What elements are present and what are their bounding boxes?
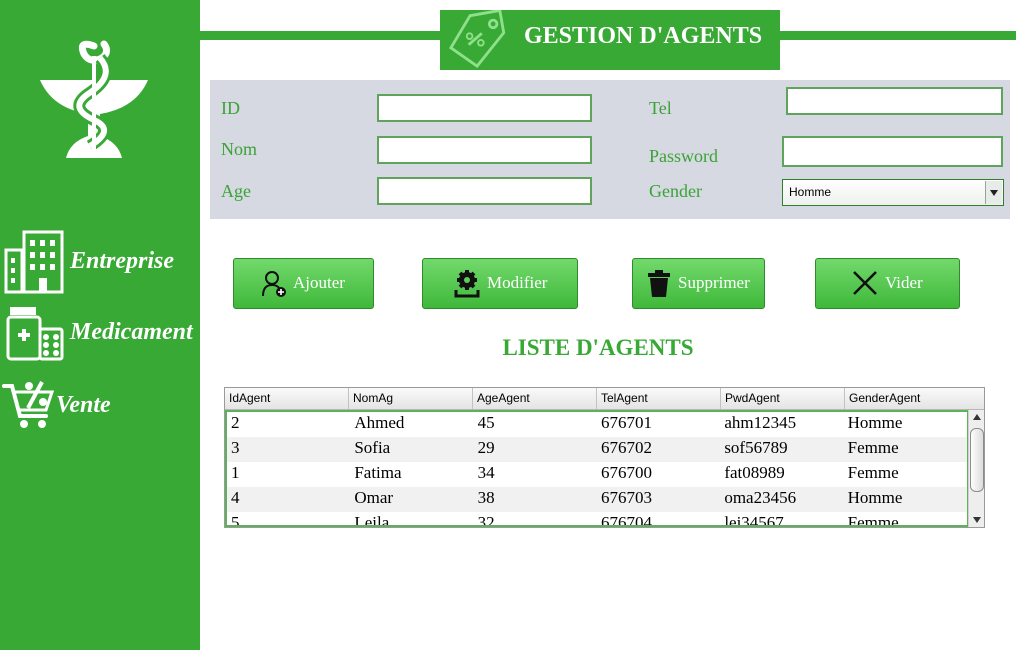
table-body: 2 Ahmed 45 676701 ahm12345 Homme 3 Sofia… — [225, 410, 969, 527]
id-label: ID — [221, 98, 240, 118]
medicine-icon — [6, 307, 64, 361]
id-field[interactable] — [377, 94, 592, 122]
sidebar-item-vente[interactable]: Vente — [0, 380, 200, 450]
table-cell: oma23456 — [724, 488, 797, 507]
modifier-button[interactable]: Modifier — [422, 258, 578, 309]
password-label: Password — [649, 146, 719, 166]
sidebar-item-label: Medicament — [70, 319, 193, 345]
tel-field[interactable] — [786, 87, 1003, 115]
table-cell: 676703 — [600, 488, 652, 507]
price-tag-icon — [448, 10, 506, 68]
table-cell: Femme — [847, 513, 899, 527]
table-row[interactable]: 2 Ahmed 45 676701 ahm12345 Homme — [227, 412, 967, 437]
scroll-up-arrow-icon[interactable] — [969, 410, 984, 424]
column-header[interactable]: GenderAgent — [845, 388, 969, 409]
gender-label: Gender — [649, 181, 702, 201]
table-cell: 38 — [477, 488, 495, 507]
sidebar-item-label: Entreprise — [70, 248, 175, 274]
table-row[interactable]: 5 Leila 32 676704 lei34567 Femme — [227, 512, 967, 527]
table-cell: 5 — [231, 513, 240, 527]
header-banner: GESTION D'AGENTS — [440, 10, 780, 70]
table-cell: 32 — [477, 513, 495, 527]
column-header[interactable]: PwdAgent — [721, 388, 845, 409]
ajouter-button[interactable]: Ajouter — [233, 258, 374, 309]
sidebar-item-entreprise[interactable]: Entreprise — [0, 228, 200, 298]
table-cell: Omar — [354, 488, 394, 507]
supprimer-button[interactable]: Supprimer — [632, 258, 765, 309]
tel-label: Tel — [649, 98, 672, 118]
table-cell: 676700 — [600, 463, 652, 482]
table-cell: Sofia — [354, 438, 391, 457]
nom-field[interactable] — [377, 136, 592, 164]
table-cell: 4 — [231, 488, 240, 507]
age-label: Age — [221, 181, 251, 201]
gender-select-value: Homme — [789, 185, 832, 199]
table-cell: sof56789 — [724, 438, 788, 457]
table-cell: 3 — [231, 438, 240, 457]
gender-select[interactable]: Homme — [782, 179, 1004, 206]
table-scrollbar[interactable] — [968, 410, 984, 527]
table-cell: 676701 — [600, 413, 652, 432]
table-row[interactable]: 1 Fatima 34 676700 fat08989 Femme — [227, 462, 967, 487]
modifier-label: Modifier — [487, 273, 548, 292]
table-cell: fat08989 — [724, 463, 785, 482]
table-cell: Femme — [847, 463, 899, 482]
table-cell: 29 — [477, 438, 495, 457]
table-cell: Leila — [354, 513, 390, 527]
building-icon — [4, 230, 64, 294]
column-header[interactable]: TelAgent — [597, 388, 721, 409]
column-header[interactable]: AgeAgent — [473, 388, 597, 409]
vider-button[interactable]: Vider — [815, 258, 960, 309]
password-field[interactable] — [782, 136, 1003, 167]
table-cell: Femme — [847, 438, 899, 457]
table-cell: 1 — [231, 463, 240, 482]
scrollbar-thumb[interactable] — [970, 428, 984, 492]
sidebar: Entreprise Medicament Vente — [0, 0, 200, 650]
vider-label: Vider — [885, 273, 923, 292]
table-cell: Ahmed — [354, 413, 405, 432]
table-cell: Fatima — [354, 463, 402, 482]
trash-icon — [648, 270, 670, 297]
list-title: LISTE D'AGENTS — [502, 335, 694, 360]
table-cell: Homme — [847, 488, 903, 507]
page-title: GESTION D'AGENTS — [524, 23, 763, 49]
agent-form-panel: ID Nom Age Tel Password Gender Homme — [210, 80, 1010, 219]
chevron-down-icon[interactable] — [985, 181, 1002, 204]
agents-table[interactable]: IdAgent NomAg AgeAgent TelAgent PwdAgent… — [224, 387, 985, 528]
close-icon — [853, 271, 877, 295]
age-field[interactable] — [377, 177, 592, 205]
table-cell: 676702 — [600, 438, 652, 457]
column-header[interactable]: NomAg — [349, 388, 473, 409]
supprimer-label: Supprimer — [678, 273, 750, 292]
ajouter-label: Ajouter — [293, 273, 345, 292]
table-header: IdAgent NomAg AgeAgent TelAgent PwdAgent… — [225, 388, 969, 410]
column-header[interactable]: IdAgent — [225, 388, 349, 409]
table-cell: ahm12345 — [724, 413, 797, 432]
table-row[interactable]: 4 Omar 38 676703 oma23456 Homme — [227, 487, 967, 512]
settings-upload-icon — [454, 270, 480, 298]
sidebar-item-medicament[interactable]: Medicament — [0, 305, 200, 375]
caduceus-pharmacy-icon — [40, 40, 148, 158]
nom-label: Nom — [221, 139, 257, 159]
table-header-corner — [968, 388, 984, 410]
scroll-down-arrow-icon[interactable] — [969, 513, 984, 527]
table-cell: 34 — [477, 463, 495, 482]
table-cell: 45 — [477, 413, 495, 432]
table-cell: Homme — [847, 413, 903, 432]
table-cell: 676704 — [600, 513, 652, 527]
table-cell: lei34567 — [724, 513, 784, 527]
add-user-icon — [262, 271, 286, 297]
shopping-cart-percent-icon — [2, 381, 54, 428]
table-row[interactable]: 3 Sofia 29 676702 sof56789 Femme — [227, 437, 967, 462]
table-cell: 2 — [231, 413, 240, 432]
sidebar-item-label: Vente — [56, 392, 111, 418]
